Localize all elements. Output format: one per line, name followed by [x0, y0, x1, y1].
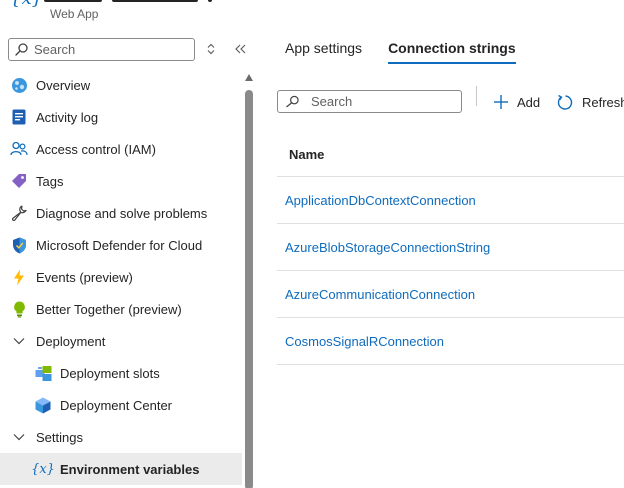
double-chevron-left-icon	[235, 44, 246, 54]
sidebar-item-label: Activity log	[36, 109, 99, 125]
sidebar-item-label: Access control (IAM)	[36, 141, 156, 157]
sidebar-group-deployment[interactable]: Deployment	[0, 325, 244, 357]
sidebar-item-defender[interactable]: Microsoft Defender for Cloud	[0, 229, 244, 261]
web-app-variable-icon: {x}	[10, 0, 43, 9]
add-button-label: Add	[517, 94, 541, 110]
lightbulb-icon	[10, 300, 28, 318]
connection-strings-table: ApplicationDbContextConnection AzureBlob…	[277, 176, 624, 365]
sidebar-item-tags[interactable]: Tags	[0, 165, 244, 197]
deployment-slots-icon	[34, 364, 52, 382]
search-icon	[15, 43, 28, 56]
chevron-down-icon	[10, 433, 28, 441]
sidebar-collapse-button[interactable]	[233, 40, 249, 58]
sidebar-item-deployment-center[interactable]: Deployment Center	[0, 389, 244, 421]
sidebar-item-label: Deployment slots	[60, 365, 160, 381]
sidebar-item-events[interactable]: Events (preview)	[0, 261, 244, 293]
tab-app-settings[interactable]: App settings	[285, 40, 362, 64]
sidebar-item-environment-variables[interactable]: {x} Environment variables	[0, 453, 242, 485]
tab-connection-strings[interactable]: Connection strings	[388, 40, 516, 64]
search-icon	[286, 95, 299, 108]
refresh-icon	[557, 94, 574, 111]
sidebar-search-input[interactable]	[34, 42, 184, 57]
table-row: CosmosSignalRConnection	[277, 318, 624, 365]
sidebar-item-overview[interactable]: Overview	[0, 69, 244, 101]
add-button[interactable]: Add	[493, 92, 540, 112]
sidebar-search-box[interactable]	[8, 38, 195, 61]
sidebar-item-label: Overview	[36, 77, 91, 93]
activity-log-icon	[10, 108, 28, 126]
scroll-thumb[interactable]	[245, 90, 253, 488]
sidebar-item-access-control[interactable]: Access control (IAM)	[0, 133, 244, 165]
chevron-down-icon	[10, 337, 28, 345]
connection-string-link[interactable]: AzureBlobStorageConnectionString	[285, 240, 490, 255]
connection-strings-search-input[interactable]	[311, 94, 461, 109]
page-title-cropped	[44, 0, 284, 4]
resource-type-label: Web App	[50, 7, 99, 21]
sidebar-item-deployment-slots[interactable]: Deployment slots	[0, 357, 244, 389]
refresh-button[interactable]: Refresh	[557, 92, 624, 112]
wrench-icon	[10, 204, 28, 222]
sidebar-scrollbar[interactable]	[244, 72, 254, 488]
table-row: AzureBlobStorageConnectionString	[277, 224, 624, 271]
tag-icon	[10, 172, 28, 190]
column-header-name[interactable]: Name	[289, 147, 324, 162]
connection-strings-search-box[interactable]	[277, 90, 462, 113]
plus-icon	[493, 94, 509, 110]
sidebar-item-better-together[interactable]: Better Together (preview)	[0, 293, 244, 325]
globe-icon	[10, 76, 28, 94]
sidebar-item-diagnose[interactable]: Diagnose and solve problems	[0, 197, 244, 229]
people-icon	[10, 140, 28, 158]
sidebar-group-label: Deployment	[36, 333, 106, 349]
sidebar-expand-toggle[interactable]	[204, 41, 218, 57]
settings-tabs: App settings Connection strings	[285, 40, 516, 64]
connection-string-link[interactable]: AzureCommunicationConnection	[285, 287, 475, 302]
up-down-chevron-icon	[207, 43, 215, 55]
sidebar-item-label: Microsoft Defender for Cloud	[36, 237, 203, 253]
connection-string-link[interactable]: CosmosSignalRConnection	[285, 334, 444, 349]
lightning-icon	[10, 268, 28, 286]
sidebar-group-settings[interactable]: Settings	[0, 421, 244, 453]
sidebar-group-label: Settings	[36, 429, 83, 445]
refresh-button-label: Refresh	[582, 94, 624, 110]
sidebar-item-label: Diagnose and solve problems	[36, 205, 208, 221]
scroll-up-arrow-icon[interactable]	[245, 74, 253, 81]
sidebar-nav: Overview Activity log Access control (IA…	[0, 69, 244, 485]
sidebar-item-label: Events (preview)	[36, 269, 133, 285]
sidebar-item-label: Better Together (preview)	[36, 301, 182, 317]
connection-string-link[interactable]: ApplicationDbContextConnection	[285, 193, 476, 208]
shield-icon	[10, 236, 28, 254]
sidebar-item-label: Environment variables	[60, 461, 200, 477]
sidebar-item-activity-log[interactable]: Activity log	[0, 101, 244, 133]
table-row: AzureCommunicationConnection	[277, 271, 624, 318]
cube-icon	[34, 396, 52, 414]
sidebar-item-label: Deployment Center	[60, 397, 172, 413]
variable-icon: {x}	[31, 461, 55, 477]
table-row: ApplicationDbContextConnection	[277, 177, 624, 224]
sidebar-item-label: Tags	[36, 173, 64, 189]
toolbar-divider	[476, 86, 477, 106]
